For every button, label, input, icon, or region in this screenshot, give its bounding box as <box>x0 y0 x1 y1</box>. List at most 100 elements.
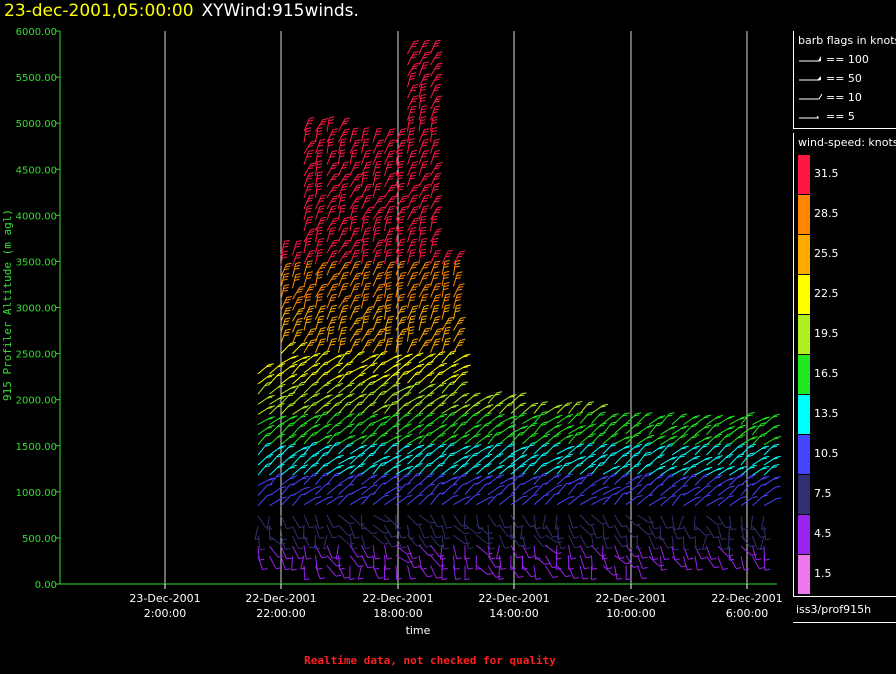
barb-shaft <box>418 62 425 77</box>
barb-shaft <box>694 525 706 536</box>
wind-barb <box>326 150 338 165</box>
barb-shaft <box>453 514 463 527</box>
barb-flag <box>374 177 380 180</box>
wind-barb <box>453 545 462 560</box>
barb-flag <box>475 402 481 405</box>
barb-flag <box>355 249 361 252</box>
wind-barb <box>372 150 384 165</box>
barb-flag <box>387 237 393 240</box>
barb-flag <box>386 557 393 560</box>
barb-flag <box>435 316 441 318</box>
wind-barb <box>372 195 386 210</box>
wind-barb <box>315 305 327 320</box>
barb-shaft <box>418 340 427 353</box>
barb-shaft <box>407 207 415 221</box>
barb-flag <box>421 94 427 96</box>
barb-flag <box>453 495 459 497</box>
wind-barb <box>430 394 448 404</box>
barb-flag <box>409 254 415 257</box>
barb-flag <box>453 363 459 366</box>
wind-barb <box>372 415 391 425</box>
barb-shaft <box>361 195 368 210</box>
barb-shaft <box>315 328 322 342</box>
barb-flag <box>305 133 311 136</box>
wind-barb <box>441 555 448 570</box>
wind-barb <box>556 496 575 506</box>
barb-flag <box>533 494 539 496</box>
barb-flag <box>282 245 289 248</box>
barb-flag <box>375 229 381 232</box>
barb-flag <box>390 139 396 142</box>
barb-flag <box>386 282 392 284</box>
barb-flag <box>327 444 333 447</box>
barb-flag <box>520 537 526 540</box>
wind-barb <box>384 337 394 353</box>
barb-flag <box>406 392 412 395</box>
wind-barb <box>315 238 324 254</box>
barb-flag <box>535 577 542 580</box>
wind-barb <box>280 392 296 405</box>
barb-flag <box>307 260 313 263</box>
wind-barb <box>579 534 592 548</box>
colorbar-swatch <box>798 275 810 314</box>
barb-flag <box>304 578 310 581</box>
barb-flag <box>363 321 369 324</box>
barb-shaft <box>430 196 438 210</box>
wind-barb <box>280 363 298 375</box>
barb-flag <box>498 423 504 425</box>
barb-flag <box>557 414 563 417</box>
barb-shaft <box>303 497 317 506</box>
barb-flag <box>280 445 286 448</box>
barb-shaft <box>292 330 299 344</box>
barb-flag <box>305 296 312 299</box>
barb-flag <box>432 240 438 243</box>
wind-barb <box>430 402 446 414</box>
barb-shaft <box>315 339 322 353</box>
barb-flag <box>315 362 321 365</box>
barb-shaft <box>476 497 489 506</box>
barb-shaft <box>349 454 361 465</box>
barb-flag <box>339 152 346 155</box>
barb-flag <box>556 474 562 477</box>
barb-flag <box>362 486 368 489</box>
barb-flag <box>440 557 446 560</box>
barb-flag <box>664 558 670 561</box>
barb-shaft <box>660 515 668 529</box>
barb-shaft <box>349 295 357 309</box>
barb-flag <box>412 557 418 559</box>
barb-flag <box>398 188 404 191</box>
barb-flag <box>729 415 735 418</box>
x-tick-time: 10:00:00 <box>606 607 655 620</box>
barb-flag <box>351 210 358 213</box>
wind-barb <box>372 160 382 176</box>
wind-barb <box>349 444 367 455</box>
barb-shaft <box>579 443 590 455</box>
barb-flag <box>321 556 327 559</box>
barb-flag <box>340 196 346 199</box>
wind-barb <box>280 328 291 344</box>
barb-flag <box>705 485 711 488</box>
barb-flag <box>697 568 703 571</box>
barb-flag <box>420 251 426 254</box>
platform-id: iss3/prof915h <box>796 603 872 616</box>
barb-shaft <box>315 284 323 298</box>
wind-barb <box>430 338 441 353</box>
barb-flag <box>345 173 351 176</box>
barb-flag <box>372 413 378 416</box>
wind-barb <box>430 39 441 55</box>
barb-shaft <box>303 432 314 445</box>
wind-barb <box>407 371 422 384</box>
barb-flag <box>453 374 459 377</box>
wind-barb <box>349 305 361 320</box>
wind-barb <box>614 514 627 528</box>
wind-barb <box>315 524 325 539</box>
wind-barb <box>430 413 447 425</box>
barb-flag <box>728 495 734 498</box>
barb-shaft <box>418 74 426 88</box>
barb-shaft <box>315 497 328 506</box>
barb-flag <box>517 525 523 528</box>
barb-shaft <box>683 536 685 551</box>
barb-shaft <box>372 295 379 309</box>
barb-flag <box>367 194 373 197</box>
barb-shaft <box>384 129 391 143</box>
